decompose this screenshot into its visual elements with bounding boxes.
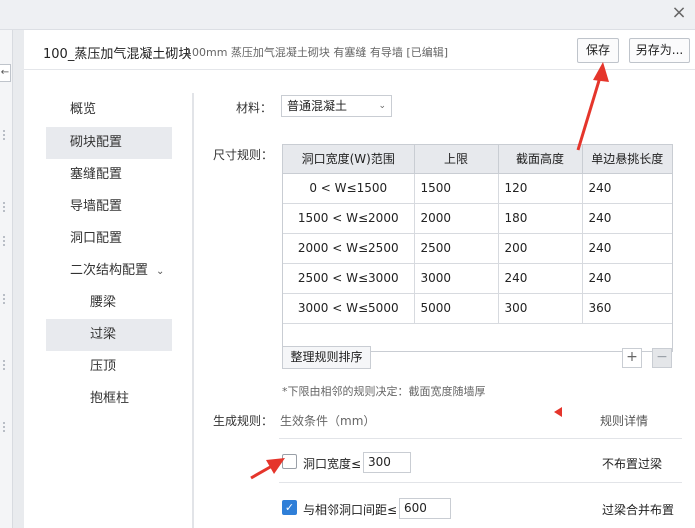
scroll-marker	[3, 202, 9, 212]
scroll-marker	[3, 360, 9, 370]
panel-header: 100_蒸压加气混凝土砌块 100mm 蒸压加气混凝土砌块 有塞缝 有导墙 [已…	[24, 30, 695, 70]
nav-item-coping[interactable]: 压顶	[46, 351, 172, 383]
rule-result: 过梁合并布置	[602, 503, 675, 517]
table-cell[interactable]: 2500	[414, 233, 499, 264]
opening-width-label: 洞口宽度≤	[303, 457, 362, 471]
table-cell[interactable]: 5000	[414, 293, 499, 324]
table-cell[interactable]: 240	[582, 203, 672, 234]
nav-item-label: 二次结构配置	[70, 263, 149, 278]
chevron-down-icon: ⌄	[156, 266, 165, 277]
table-cell[interactable]: 180	[498, 203, 583, 234]
nav-item-waist-beam[interactable]: 腰梁	[46, 287, 172, 319]
size-rules-label: 尺寸规则：	[213, 148, 274, 162]
page-title: 100_蒸压加气混凝土砌块	[43, 47, 192, 62]
condition-header: 生效条件（mm）	[280, 414, 376, 428]
opening-width-checkbox[interactable]	[282, 454, 297, 469]
add-rule-button[interactable]: +	[622, 348, 642, 368]
table-cell[interactable]: 1500 < W≤2000	[283, 203, 415, 234]
nav-item-block-config[interactable]: 砌块配置	[46, 127, 172, 159]
table-row[interactable]: 3000 < W≤5000 5000 300 360	[283, 293, 672, 324]
table-cell[interactable]: 240	[582, 233, 672, 264]
adjacent-spacing-checkbox[interactable]: ✓	[282, 500, 297, 515]
column-header: 洞口宽度(W)范围	[283, 145, 415, 174]
table-row[interactable]: 1500 < W≤2000 2000 180 240	[283, 203, 672, 234]
nav-item-lintel[interactable]: 过梁	[46, 319, 172, 351]
table-row[interactable]: 0 < W≤1500 1500 120 240	[283, 173, 672, 204]
left-side-strip: ←	[0, 30, 13, 528]
nav-item-opening-config[interactable]: 洞口配置	[46, 223, 172, 255]
scroll-marker	[3, 236, 9, 246]
nav-item-frame-column[interactable]: 抱框柱	[46, 383, 172, 415]
divider	[192, 93, 194, 528]
column-header: 单边悬挑长度	[582, 145, 672, 174]
table-cell[interactable]: 240	[582, 173, 672, 204]
divider	[279, 438, 682, 439]
nav-item-joint-fill-config[interactable]: 塞缝配置	[46, 159, 172, 191]
detail-header: 规则详情	[600, 414, 649, 428]
remove-rule-button[interactable]: −	[652, 348, 672, 368]
column-header: 截面高度	[498, 145, 583, 174]
scroll-marker	[3, 294, 9, 304]
scroll-marker	[3, 422, 9, 432]
save-button[interactable]: 保存	[577, 38, 619, 63]
close-icon[interactable]: ×	[669, 3, 689, 23]
collapse-icon[interactable]: ←	[0, 64, 11, 82]
table-cell[interactable]: 3000	[414, 263, 499, 294]
adjacent-spacing-label: 与相邻洞口间距≤	[303, 503, 398, 517]
table-cell[interactable]: 300	[498, 293, 583, 324]
material-value: 普通混凝土	[287, 99, 348, 113]
lower-limit-note: *下限由相邻的规则决定：截面宽度随墙厚	[282, 385, 486, 398]
annotation-pointer	[554, 407, 562, 417]
page-subtitle: 100mm 蒸压加气混凝土砌块 有塞缝 有导墙 [已编辑]	[185, 46, 448, 59]
nav-item-guide-wall-config[interactable]: 导墙配置	[46, 191, 172, 223]
table-cell[interactable]: 240	[498, 263, 583, 294]
table-cell[interactable]: 360	[582, 293, 672, 324]
material-label: 材料：	[236, 101, 273, 115]
divider	[279, 482, 682, 483]
table-cell[interactable]: 1500	[414, 173, 499, 204]
table-cell[interactable]: 240	[582, 263, 672, 294]
table-cell[interactable]: 2000	[414, 203, 499, 234]
table-cell[interactable]: 200	[498, 233, 583, 264]
scroll-marker	[3, 130, 9, 140]
config-panel: 100_蒸压加气混凝土砌块 100mm 蒸压加气混凝土砌块 有塞缝 有导墙 [已…	[24, 30, 695, 528]
generate-rules-label: 生成规则：	[213, 414, 274, 428]
column-header: 上限	[414, 145, 499, 174]
table-row[interactable]: 2000 < W≤2500 2500 200 240	[283, 233, 672, 264]
table-cell[interactable]: 0 < W≤1500	[283, 173, 415, 204]
save-as-button[interactable]: 另存为...	[629, 38, 690, 63]
material-select[interactable]: 普通混凝土 ⌄	[281, 95, 392, 117]
title-bar: ×	[0, 0, 695, 30]
sort-rules-button[interactable]: 整理规则排序	[282, 346, 371, 369]
rule-result: 不布置过梁	[602, 457, 663, 471]
nav-item-secondary-structure[interactable]: 二次结构配置 ⌄	[46, 255, 172, 287]
opening-width-input[interactable]: 300	[363, 452, 411, 473]
adjacent-spacing-input[interactable]: 600	[399, 498, 451, 519]
table-cell[interactable]: 2000 < W≤2500	[283, 233, 415, 264]
table-cell[interactable]: 2500 < W≤3000	[283, 263, 415, 294]
table-cell[interactable]: 120	[498, 173, 583, 204]
size-rules-table: 洞口宽度(W)范围 上限 截面高度 单边悬挑长度 0 < W≤1500 1500…	[282, 144, 673, 352]
table-row[interactable]: 2500 < W≤3000 3000 240 240	[283, 263, 672, 294]
nav-item-overview[interactable]: 概览	[46, 94, 172, 126]
table-cell[interactable]: 3000 < W≤5000	[283, 293, 415, 324]
chevron-down-icon: ⌄	[378, 101, 386, 111]
